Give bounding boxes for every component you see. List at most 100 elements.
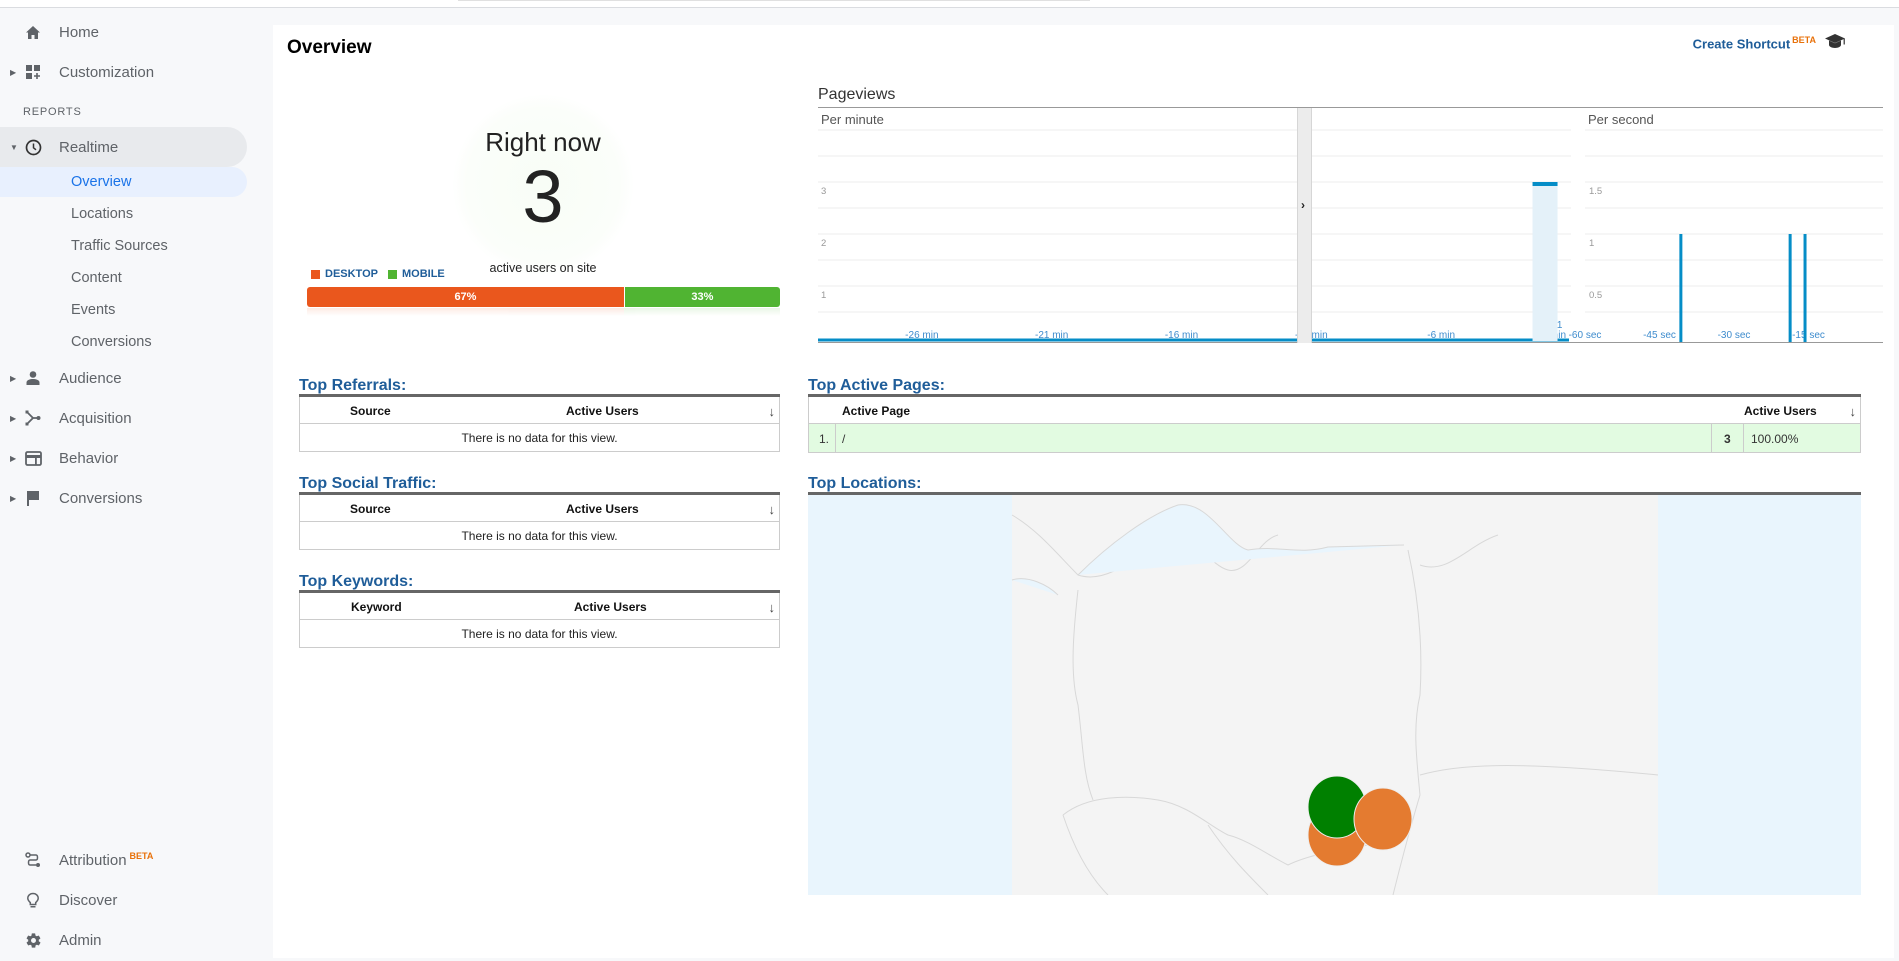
legend-mobile-label: MOBILE (401, 268, 445, 280)
sidebar-item-attribution[interactable]: Attribution BETA (0, 840, 247, 880)
x-tick-label: -30 sec (1718, 330, 1751, 341)
page-path-link[interactable]: / (842, 432, 845, 446)
sidebar-item-behavior[interactable]: ▶ Behavior (0, 438, 247, 478)
desktop-share-segment[interactable]: 67% (307, 287, 624, 307)
col-active-users[interactable]: Active Users (1744, 404, 1817, 418)
graduation-cap-icon[interactable] (1824, 33, 1846, 49)
caret-right-icon: ▶ (10, 413, 17, 423)
mobile-reflection (623, 308, 780, 316)
col-keyword[interactable]: Keyword (351, 600, 402, 614)
empty-message: There is no data for this view. (299, 424, 780, 452)
legend-desktop-label: DESKTOP (325, 268, 378, 280)
sort-down-icon[interactable]: ↓ (769, 404, 776, 419)
mobile-share-segment[interactable]: 33% (623, 287, 780, 307)
column-divider (1711, 424, 1712, 452)
search-bar-edge[interactable] (458, 0, 1090, 1)
top-keywords-title: Top Keywords: (299, 573, 414, 590)
sort-down-icon[interactable]: ↓ (769, 502, 776, 517)
dashboard-icon (24, 63, 42, 81)
col-active-users[interactable]: Active Users (566, 502, 639, 516)
device-bar-reflection (307, 308, 780, 316)
sidebar-subitem-events[interactable]: Events (0, 295, 247, 325)
caret-down-icon: ▼ (10, 142, 18, 152)
top-social-title: Top Social Traffic: (299, 475, 437, 492)
mobile-share-label: 33% (691, 291, 714, 303)
table-header: Source Active Users ↓ (299, 495, 780, 522)
right-now-widget: Right now 3 active users on site (423, 65, 663, 275)
x-tick-label: -21 min (1035, 330, 1068, 341)
sidebar-subitem-conversions[interactable]: Conversions (0, 327, 247, 357)
y-tick-label: 1 (821, 290, 826, 301)
desktop-reflection (307, 308, 624, 316)
sidebar-item-admin[interactable]: Admin (0, 920, 247, 960)
sidebar-subitem-overview[interactable]: Overview (0, 167, 247, 197)
chevron-right-icon: › (1301, 198, 1305, 212)
table-row[interactable]: 1. / 3 100.00% (808, 424, 1861, 453)
clock-icon (24, 138, 42, 156)
sidebar-subitem-traffic-sources[interactable]: Traffic Sources (0, 231, 247, 261)
pageviews-chart-svg: 123-26 min-21 min-16 min-11 min-6 min-1m… (818, 129, 1883, 342)
sidebar-item-conversions[interactable]: ▶ Conversions (0, 478, 247, 518)
col-active-users[interactable]: Active Users (574, 600, 647, 614)
x-tick-label: -60 sec (1569, 330, 1602, 341)
empty-message: There is no data for this view. (299, 522, 780, 550)
reports-section-label: REPORTS (23, 106, 82, 118)
sidebar-item-realtime[interactable]: ▼ Realtime (0, 127, 247, 167)
y-tick-label: 2 (821, 238, 826, 249)
sidebar-item-home[interactable]: Home (0, 12, 247, 52)
col-source[interactable]: Source (350, 502, 391, 516)
person-icon (24, 369, 42, 387)
desktop-swatch (311, 269, 320, 279)
column-divider (1743, 424, 1744, 452)
right-now-title: Right now (485, 127, 601, 157)
legend-mobile: MOBILE (387, 268, 445, 280)
y-tick-label: 1 (1589, 238, 1594, 249)
attribution-label: Attribution (59, 852, 127, 869)
caret-right-icon: ▶ (10, 453, 17, 463)
top-keywords-table: Keyword Active Users ↓ There is no data … (299, 590, 780, 648)
col-active-page[interactable]: Active Page (842, 404, 910, 418)
top-locations-title: Top Locations: (808, 475, 922, 492)
sidebar-item-discover[interactable]: Discover (0, 880, 247, 920)
legend-desktop: DESKTOP (311, 268, 378, 280)
sidebar-subitem-locations[interactable]: Locations (0, 199, 247, 229)
row-percent: 100.00% (1751, 432, 1799, 446)
lightbulb-icon (24, 891, 42, 909)
home-icon (24, 23, 42, 41)
sidebar-item-acquisition[interactable]: ▶ Acquisition (0, 398, 247, 438)
page-title: Overview (287, 37, 372, 58)
bar-highlight (1532, 182, 1558, 341)
col-source[interactable]: Source (350, 404, 391, 418)
bar (1679, 234, 1683, 342)
gear-icon (24, 931, 42, 949)
map-markers (1307, 775, 1413, 867)
device-legend: DESKTOP MOBILE (311, 268, 455, 280)
x-tick-label: -45 sec (1643, 330, 1676, 341)
top-bar (0, 0, 1899, 8)
sidebar-subitem-content[interactable]: Content (0, 263, 247, 293)
column-divider (835, 424, 836, 452)
top-active-pages-title: Top Active Pages: (808, 377, 945, 394)
top-active-pages-table: Active Page Active Users ↓ 1. / 3 100.00… (808, 394, 1861, 453)
attribution-icon (24, 851, 42, 869)
col-active-users[interactable]: Active Users (566, 404, 639, 418)
create-shortcut-link[interactable]: Create Shortcut BETA (1693, 35, 1816, 51)
x-tick-label: -6 min (1427, 330, 1455, 341)
sidebar-item-audience[interactable]: ▶ Audience (0, 358, 247, 398)
acquisition-icon (24, 409, 42, 427)
table-header: Keyword Active Users ↓ (299, 593, 780, 620)
table-header: Active Page Active Users ↓ (808, 397, 1861, 424)
location-marker[interactable] (1353, 787, 1413, 851)
chart-toggle-strip[interactable]: › (1297, 108, 1312, 343)
locations-map[interactable] (808, 495, 1861, 895)
create-shortcut-label: Create Shortcut (1692, 36, 1791, 52)
caret-right-icon: ▶ (10, 67, 17, 77)
sort-down-icon[interactable]: ↓ (1850, 404, 1857, 419)
desktop-share-label: 67% (454, 291, 477, 303)
x-tick-label: -15 sec (1792, 330, 1825, 341)
bar (1788, 234, 1792, 342)
sort-down-icon[interactable]: ↓ (769, 600, 776, 615)
sidebar-item-customization[interactable]: ▶ Customization (0, 52, 247, 92)
main-panel: Overview Create Shortcut BETA Right now 3… (273, 25, 1894, 958)
table-header: Source Active Users ↓ (299, 397, 780, 424)
